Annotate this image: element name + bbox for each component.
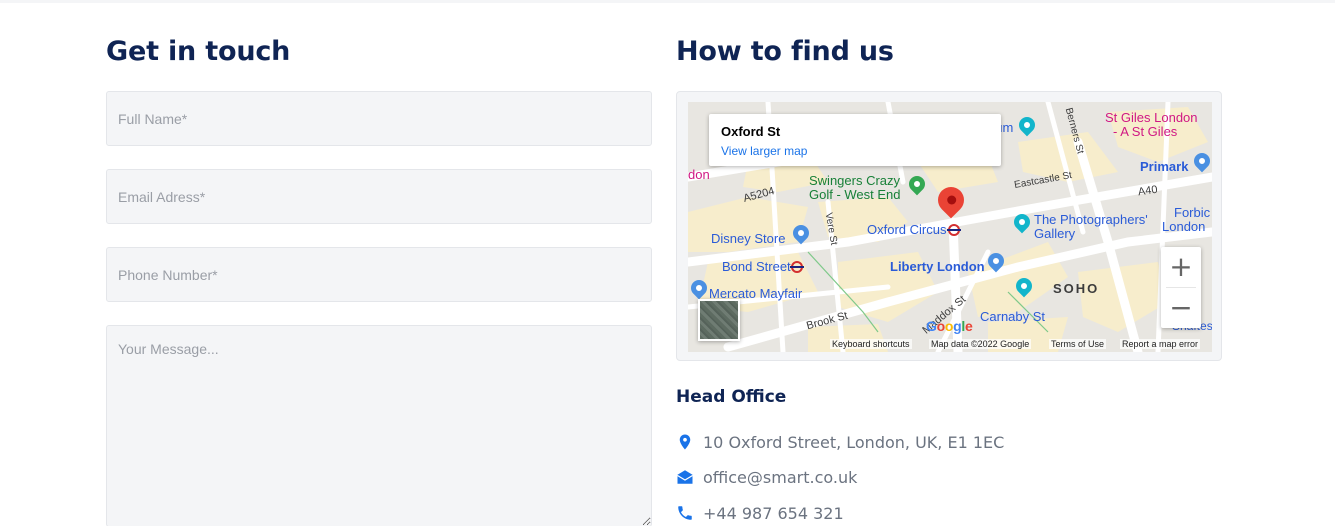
map-data-text: Map data ©2022 Google [929,339,1032,349]
top-divider [0,0,1335,3]
map-label-photographers-2: Gallery [1034,226,1076,241]
office-email[interactable]: office@smart.co.uk [703,468,857,487]
email-field-wrapper [106,169,652,224]
full-name-input[interactable] [107,92,651,145]
email-row: office@smart.co.uk [676,465,857,489]
email-input[interactable] [107,170,651,223]
head-office-title: Head Office [676,387,787,407]
map-info-card: Oxford St View larger map [709,114,1001,166]
map-label-photographers: The Photographers' [1034,212,1148,227]
office-phone[interactable]: +44 987 654 321 [703,504,844,523]
message-field-wrapper [106,325,652,526]
map-label-st-giles-2: - A St Giles [1113,124,1178,139]
terms-of-use-link[interactable]: Terms of Use [1049,339,1107,349]
map-road-a40: A40 [1137,183,1159,199]
map-zoom-controls: + − [1161,247,1201,328]
map-label-forbidden-2: London [1162,219,1206,234]
satellite-toggle-thumbnail[interactable] [698,299,740,341]
keyboard-shortcuts-link[interactable]: Keyboard shortcuts [830,339,912,349]
map-label-swingers: Swingers Crazy [809,173,901,188]
zoom-in-button[interactable]: + [1161,247,1201,287]
google-logo: Google [926,318,973,334]
map-attribution-bar: Keyboard shortcuts Map data ©2022 Google… [688,336,1212,352]
view-larger-map-link[interactable]: View larger map [721,144,807,158]
map-label-primark: Primark [1140,159,1189,174]
address-row: 10 Oxford Street, London, UK, E1 1EC [676,430,1004,454]
map-label-st-giles: St Giles London [1105,110,1198,125]
report-map-error-link[interactable]: Report a map error [1120,339,1201,349]
phone-icon [678,506,692,520]
map-label-don: don [688,167,710,182]
map-label-soho: SOHO [1053,281,1100,296]
bond-street-underground-icon[interactable] [790,261,804,273]
map-label-oxford-circus: Oxford Circus [867,222,947,237]
office-address: 10 Oxford Street, London, UK, E1 1EC [703,432,1005,452]
phone-input[interactable] [107,248,651,301]
oxford-circus-underground-icon[interactable] [947,224,961,236]
location-pin-icon [679,434,691,450]
map-place-name: Oxford St [721,124,781,139]
contact-form-title: Get in touch [106,36,291,67]
find-us-title: How to find us [676,36,894,67]
map-label-disney: Disney Store [711,231,786,246]
map-label-forbidden: Forbic [1174,205,1211,220]
map-frame: Swingers Crazy Golf - West End Oxford Ci… [676,91,1222,361]
zoom-out-button[interactable]: − [1161,288,1201,328]
full-name-field-wrapper [106,91,652,146]
map-label-carnaby: Carnaby St [980,309,1046,324]
phone-field-wrapper [106,247,652,302]
message-textarea[interactable] [107,326,651,526]
map-label-swingers-2: Golf - West End [809,187,901,202]
map-label-liberty: Liberty London [890,259,985,274]
envelope-icon [677,470,693,484]
embedded-map[interactable]: Swingers Crazy Golf - West End Oxford Ci… [688,102,1212,352]
phone-row: +44 987 654 321 [676,501,844,525]
map-label-bond-street: Bond Street [722,259,791,274]
